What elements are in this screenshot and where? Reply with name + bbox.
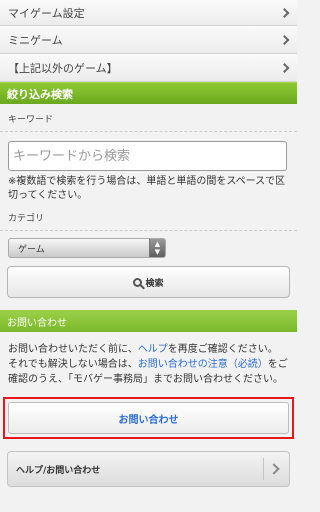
menu-item-mini-game[interactable]: ミニゲーム — [0, 26, 297, 54]
menu-item-label: マイゲーム設定 — [8, 6, 85, 20]
help-link[interactable]: ヘルプ — [138, 344, 168, 355]
chevron-right-icon — [263, 458, 285, 480]
contact-button-label: お問い合わせ — [118, 414, 179, 426]
menu-item-label: ミニゲーム — [8, 33, 63, 47]
contact-section-header: お問い合わせ — [0, 310, 297, 332]
filter-section-header: 絞り込み検索 — [0, 82, 297, 104]
search-button[interactable]: 検索 — [7, 266, 290, 298]
contact-button-highlight: お問い合わせ — [3, 397, 294, 439]
chevron-right-icon — [279, 62, 290, 73]
search-button-label: 検索 — [145, 278, 164, 289]
category-select[interactable]: ゲーム ▲ ▼ — [8, 238, 166, 258]
menu-item-other-games[interactable]: 【上記以外のゲーム】 — [0, 54, 297, 82]
category-label: カテゴリ — [0, 203, 297, 231]
keyword-label: キーワード — [0, 104, 297, 132]
contact-button[interactable]: お問い合わせ — [8, 402, 289, 434]
keyword-search-input[interactable] — [8, 141, 287, 171]
menu-item-label: 【上記以外のゲーム】 — [8, 61, 118, 75]
search-icon — [133, 277, 143, 287]
help-contact-button-label: ヘルプ/お問い合わせ — [16, 465, 101, 476]
category-selected-value: ゲーム — [18, 244, 45, 255]
help-contact-button[interactable]: ヘルプ/お問い合わせ — [7, 451, 290, 487]
chevron-right-icon — [279, 34, 290, 45]
select-arrows-icon: ▲ ▼ — [149, 239, 165, 257]
menu-list: マイゲーム設定 ミニゲーム 【上記以外のゲーム】 — [0, 0, 297, 82]
chevron-right-icon — [279, 7, 290, 18]
contact-text-part: お問い合わせいただく前に、 — [8, 344, 138, 355]
menu-item-my-game-settings[interactable]: マイゲーム設定 — [0, 0, 297, 26]
contact-notice-link[interactable]: お問い合わせの注意（必読） — [138, 359, 268, 370]
contact-description: お問い合わせいただく前に、ヘルプを再度ご確認ください。 それでも解決しない場合は… — [0, 332, 297, 387]
search-note: ※複数語で検索を行う場合は、単語と単語の間をスペースで区切ってください。 — [8, 176, 286, 201]
